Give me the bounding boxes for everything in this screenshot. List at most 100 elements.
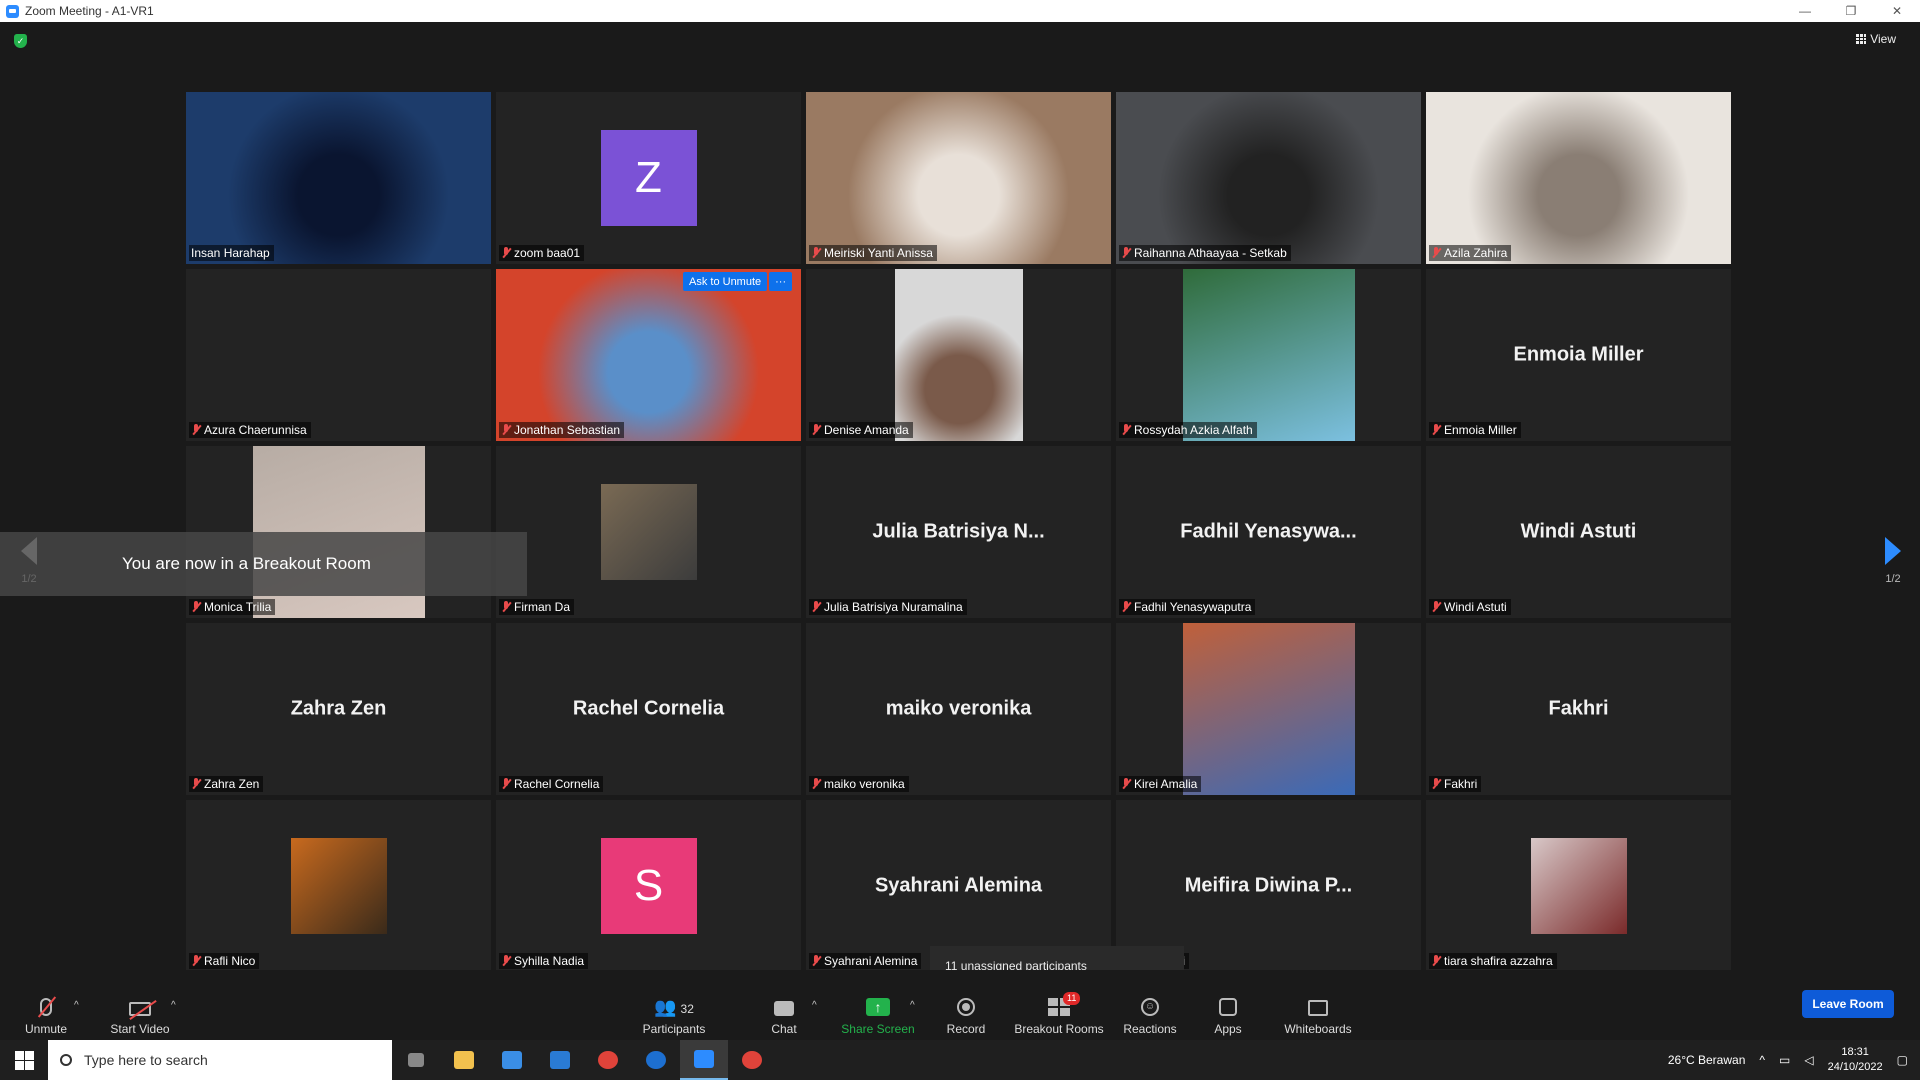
- breakout-rooms-badge: 11: [1063, 992, 1081, 1005]
- microsoft-store-icon[interactable]: [488, 1040, 536, 1080]
- muted-mic-icon: [40, 998, 52, 1016]
- participant-tile[interactable]: Fakhri Fakhri: [1426, 623, 1731, 795]
- right-arrow-icon: [1885, 537, 1901, 565]
- zoom-taskbar-icon[interactable]: [680, 1040, 728, 1080]
- participant-tile[interactable]: Rossydah Azkia Alfath: [1116, 269, 1421, 441]
- participant-tile[interactable]: Fadhil Yenasywa... Fadhil Yenasywaputra: [1116, 446, 1421, 618]
- title-bar: Zoom Meeting - A1-VR1 — ❐ ✕: [0, 0, 1920, 22]
- chat-options-caret[interactable]: ^: [812, 1000, 817, 1011]
- participant-video: [1426, 92, 1731, 264]
- participant-name-label: Rachel Cornelia: [499, 776, 604, 792]
- clock[interactable]: 18:31 24/10/2022: [1828, 1045, 1883, 1075]
- participant-tile[interactable]: Azila Zahira: [1426, 92, 1731, 264]
- participant-tile[interactable]: Denise Amanda: [806, 269, 1111, 441]
- participant-tile[interactable]: Ask to Unmute ··· Jonathan Sebastian: [496, 269, 801, 441]
- volume-icon[interactable]: ◁: [1804, 1053, 1813, 1067]
- next-page-button[interactable]: 1/2: [1878, 537, 1908, 585]
- chat-button[interactable]: Chat: [762, 994, 806, 1036]
- muted-mic-icon: [1431, 778, 1441, 790]
- notifications-icon[interactable]: ▢: [1897, 1053, 1908, 1067]
- muted-mic-icon: [501, 247, 511, 259]
- participant-display-name: Windi Astuti: [1520, 520, 1637, 543]
- participant-name-label: Syahrani Alemina: [809, 953, 922, 969]
- participant-tile[interactable]: maiko veronika maiko veronika: [806, 623, 1111, 795]
- breakout-room-toast: You are now in a Breakout Room: [0, 532, 527, 596]
- share-screen-button[interactable]: ↑ Share Screen: [838, 994, 918, 1036]
- participant-photo: [600, 484, 697, 580]
- whiteboards-label: Whiteboards: [1284, 1022, 1352, 1036]
- participants-button[interactable]: 👥 32 Participants: [636, 994, 712, 1036]
- leave-room-button[interactable]: Leave Room: [1802, 990, 1894, 1018]
- remote-app-icon[interactable]: [632, 1040, 680, 1080]
- file-explorer-icon[interactable]: [440, 1040, 488, 1080]
- participant-tile[interactable]: Raihanna Athaayaa - Setkab: [1116, 92, 1421, 264]
- participant-name: Firman Da: [514, 600, 571, 614]
- ask-to-unmute-group: Ask to Unmute ···: [683, 272, 793, 291]
- participant-tile[interactable]: Insan Harahap: [186, 92, 491, 264]
- apps-button[interactable]: Apps: [1208, 994, 1248, 1036]
- participant-tile[interactable]: Julia Batrisiya N... Julia Batrisiya Nura…: [806, 446, 1111, 618]
- chrome-icon[interactable]: [584, 1040, 632, 1080]
- participant-name-label: Monica Trilia: [189, 599, 276, 615]
- task-view-icon[interactable]: [392, 1040, 440, 1080]
- participant-tile[interactable]: Firman Da: [496, 446, 801, 618]
- taskbar-search-box[interactable]: Type here to search: [48, 1040, 392, 1080]
- chat-label: Chat: [771, 1022, 797, 1036]
- reactions-button[interactable]: ☺ Reactions: [1120, 994, 1180, 1036]
- participant-tile[interactable]: Kirei Amalia: [1116, 623, 1421, 795]
- tray-chevron-icon[interactable]: ^: [1759, 1053, 1765, 1067]
- participant-tile[interactable]: Rachel Cornelia Rachel Cornelia: [496, 623, 801, 795]
- mail-icon[interactable]: [536, 1040, 584, 1080]
- whiteboards-button[interactable]: Whiteboards: [1280, 994, 1356, 1036]
- windows-taskbar: Type here to search 26°C Berawan ^ ▭ ◁ 1…: [0, 1040, 1920, 1080]
- participant-display-name: Zahra Zen: [290, 697, 387, 720]
- participant-tile[interactable]: Windi Astuti Windi Astuti: [1426, 446, 1731, 618]
- participant-name: Jonathan Sebastian: [514, 423, 621, 437]
- muted-mic-icon: [191, 778, 201, 790]
- ask-to-unmute-button[interactable]: Ask to Unmute: [683, 272, 768, 291]
- participant-display-name: Syahrani Alemina: [874, 874, 1043, 897]
- more-options-button[interactable]: ···: [769, 272, 793, 291]
- participant-name: Julia Batrisiya Nuramalina: [824, 600, 963, 614]
- restore-button[interactable]: ❐: [1828, 4, 1874, 18]
- participant-tile[interactable]: Azura Chaerunnisa: [186, 269, 491, 441]
- share-options-caret[interactable]: ^: [910, 1000, 915, 1011]
- participant-name: Fakhri: [1444, 777, 1478, 791]
- participant-tile[interactable]: Zahra Zen Zahra Zen: [186, 623, 491, 795]
- participant-photo: [290, 838, 387, 934]
- network-icon[interactable]: ▭: [1779, 1053, 1790, 1067]
- weather-widget[interactable]: 26°C Berawan: [1668, 1053, 1746, 1067]
- chrome-profile-icon[interactable]: [728, 1040, 776, 1080]
- participant-name-label: Rafli Nico: [189, 953, 260, 969]
- muted-mic-icon: [811, 778, 821, 790]
- muted-mic-icon: [811, 424, 821, 436]
- start-video-button[interactable]: Start Video: [104, 994, 176, 1036]
- participant-tile[interactable]: Rafli Nico: [186, 800, 491, 972]
- audio-options-caret[interactable]: ^: [74, 1000, 79, 1011]
- previous-page-button[interactable]: 1/2: [14, 537, 44, 585]
- breakout-rooms-button[interactable]: 11 Breakout Rooms: [1012, 992, 1106, 1036]
- unmute-button[interactable]: Unmute: [18, 994, 74, 1036]
- view-button[interactable]: View: [1856, 32, 1896, 46]
- participant-name-label: Firman Da: [499, 599, 575, 615]
- minimize-button[interactable]: —: [1782, 4, 1828, 18]
- meeting-stage: ✓ View Insan Harahap Zzoom baa01 Meiriski …: [0, 22, 1920, 988]
- video-options-caret[interactable]: ^: [171, 1000, 176, 1011]
- participant-name: Denise Amanda: [824, 423, 909, 437]
- participant-tile[interactable]: Enmoia Miller Enmoia Miller: [1426, 269, 1731, 441]
- participant-tile[interactable]: Zzoom baa01: [496, 92, 801, 264]
- muted-mic-icon: [811, 955, 821, 967]
- participant-tile[interactable]: Meiriski Yanti Anissa: [806, 92, 1111, 264]
- participant-name: Kirei Amalia: [1134, 777, 1198, 791]
- encryption-shield-icon[interactable]: ✓: [14, 34, 27, 48]
- windows-start-icon[interactable]: [0, 1040, 48, 1080]
- record-button[interactable]: Record: [940, 994, 992, 1036]
- participant-tile[interactable]: S Syhilla Nadia: [496, 800, 801, 972]
- clock-date: 24/10/2022: [1827, 1061, 1883, 1073]
- muted-mic-icon: [1121, 424, 1131, 436]
- participant-video: [806, 92, 1111, 264]
- participant-tile[interactable]: tiara shafira azzahra: [1426, 800, 1731, 972]
- participant-name-label: Fadhil Yenasywaputra: [1119, 599, 1256, 615]
- close-button[interactable]: ✕: [1874, 4, 1920, 18]
- muted-mic-icon: [1431, 424, 1441, 436]
